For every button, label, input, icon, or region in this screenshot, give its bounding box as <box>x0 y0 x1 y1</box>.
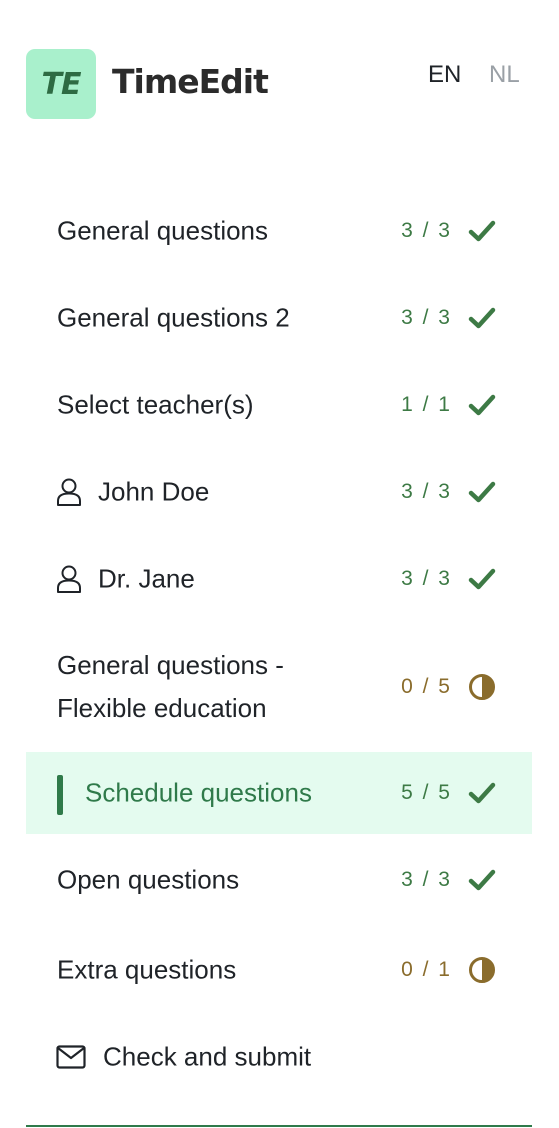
question-nav: General questions 3 / 3 General question… <box>26 187 532 1100</box>
logo-mark: TE <box>41 66 82 102</box>
nav-item-john-doe[interactable]: John Doe 3 / 3 <box>26 448 532 535</box>
nav-item-schedule-questions[interactable]: Schedule questions 5 / 5 <box>26 752 532 834</box>
nav-item-select-teachers[interactable]: Select teacher(s) 1 / 1 <box>26 361 532 448</box>
nav-item-label: Schedule questions <box>85 777 312 808</box>
half-circle-icon <box>469 956 495 983</box>
check-icon <box>468 394 496 415</box>
nav-item-label: General questions 2 <box>57 302 290 332</box>
header: TE TimeEdit EN NL <box>0 0 559 130</box>
person-icon <box>57 478 81 506</box>
check-icon <box>468 568 496 589</box>
check-icon <box>468 307 496 328</box>
mail-icon <box>56 1044 86 1069</box>
language-nl-button[interactable]: NL <box>489 60 520 90</box>
check-icon <box>468 869 496 891</box>
check-icon <box>468 481 496 502</box>
nav-item-count: 1 / 1 <box>401 392 452 416</box>
nav-item-dr-jane[interactable]: Dr. Jane 3 / 3 <box>26 535 532 622</box>
nav-item-count: 3 / 3 <box>401 479 452 503</box>
logo[interactable]: TE <box>26 49 96 119</box>
nav-item-label: John Doe <box>98 476 210 506</box>
check-icon <box>468 220 496 241</box>
check-and-submit-label: Check and submit <box>103 1041 312 1071</box>
nav-item-open-questions[interactable]: Open questions 3 / 3 <box>26 834 532 926</box>
brand-name: TimeEdit <box>112 62 269 101</box>
nav-item-flexible-education[interactable]: General questions - Flexible education 0… <box>26 622 532 752</box>
nav-item-label: Dr. Jane <box>98 563 195 593</box>
nav-item-count: 3 / 3 <box>401 566 452 590</box>
bottom-divider <box>26 1125 532 1127</box>
nav-item-general-questions-2[interactable]: General questions 2 3 / 3 <box>26 274 532 361</box>
nav-item-label: Select teacher(s) <box>57 389 254 419</box>
nav-item-count: 5 / 5 <box>401 781 452 804</box>
nav-item-count: 3 / 3 <box>401 305 452 329</box>
nav-item-label: General questions <box>57 215 269 245</box>
active-indicator <box>57 775 63 815</box>
person-icon <box>57 565 81 593</box>
nav-item-count: 3 / 3 <box>401 868 452 891</box>
nav-item-count: 0 / 5 <box>401 675 452 698</box>
nav-item-general-questions[interactable]: General questions 3 / 3 <box>26 187 532 274</box>
nav-item-count: 3 / 3 <box>401 218 452 242</box>
half-circle-icon <box>469 674 495 700</box>
nav-item-extra-questions[interactable]: Extra questions 0 / 1 <box>26 926 532 1013</box>
language-en-button[interactable]: EN <box>428 60 461 90</box>
check-and-submit-button[interactable]: Check and submit <box>26 1013 532 1100</box>
nav-item-label: General questions - Flexible education <box>57 650 284 723</box>
nav-item-label: Open questions <box>57 864 240 895</box>
check-icon <box>468 782 496 804</box>
nav-item-count: 0 / 1 <box>401 957 452 981</box>
nav-item-label: Extra questions <box>57 954 237 984</box>
